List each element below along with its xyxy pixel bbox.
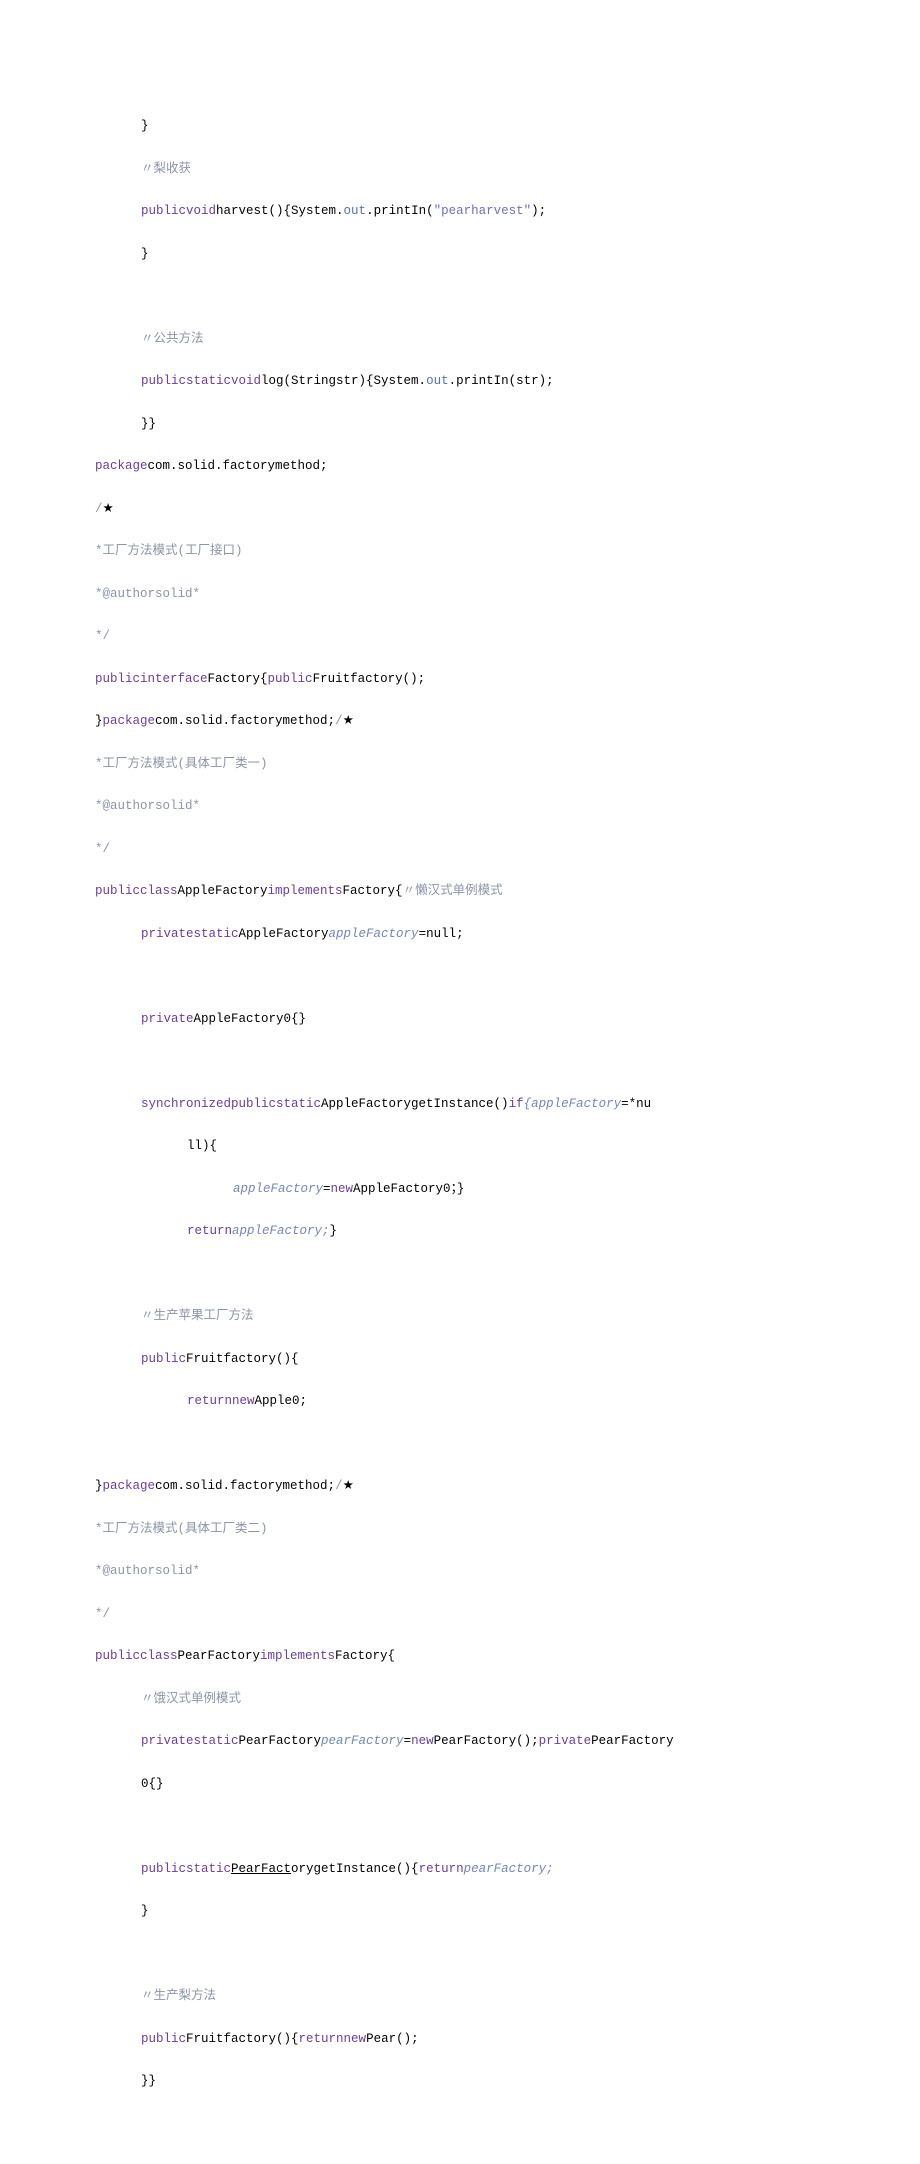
code-line: privateAppleFactory0{} (95, 1009, 825, 1030)
code-line: *@authorsolid* (95, 584, 825, 605)
code-line: }} (95, 2071, 825, 2092)
code-line: 〃生产梨方法 (95, 1986, 825, 2007)
code-line: ll){ (95, 1136, 825, 1157)
code-line: 〃生产苹果工厂方法 (95, 1306, 825, 1327)
code-line: } (95, 244, 825, 265)
code-line: 〃公共方法 (95, 329, 825, 350)
code-line: *@authorsolid* (95, 796, 825, 817)
code-line: } (95, 116, 825, 137)
code-line: returnnewApple0; (95, 1391, 825, 1412)
code-line: *@authorsolid* (95, 1561, 825, 1582)
code-line: publicFruitfactory(){returnnewPear(); (95, 2029, 825, 2050)
code-line: 0{} (95, 1774, 825, 1795)
code-line: privatestaticAppleFactoryappleFactory=nu… (95, 924, 825, 945)
code-line: }packagecom.solid.factorymethod;/★ (95, 1476, 825, 1497)
code-line: *工厂方法模式(具体工厂类一) (95, 754, 825, 775)
code-line: 〃饿汉式单例模式 (95, 1689, 825, 1710)
code-line: returnappleFactory;} (95, 1221, 825, 1242)
code-line: publicstaticvoidlog(Stringstr){System.ou… (95, 371, 825, 392)
code-line: /★ (95, 499, 825, 520)
code-line: publicinterfaceFactory{publicFruitfactor… (95, 669, 825, 690)
code-line: appleFactory=newAppleFactory0；} (95, 1179, 825, 1200)
code-line: } (95, 1901, 825, 1922)
code-line: privatestaticPearFactorypearFactory=newP… (95, 1731, 825, 1752)
code-line: 〃梨收获 (95, 159, 825, 180)
code-line: synchronizedpublicstaticAppleFactorygetI… (95, 1094, 825, 1115)
code-line: publicstaticPearFactorygetInstance(){ret… (95, 1859, 825, 1880)
code-line: publicclassPearFactoryimplementsFactory{ (95, 1646, 825, 1667)
code-line: *工厂方法模式(工厂接口) (95, 541, 825, 562)
code-line: packagecom.solid.factorymethod; (95, 456, 825, 477)
code-line: publicFruitfactory(){ (95, 1349, 825, 1370)
code-line: publicvoidharvest(){System.out.printIn("… (95, 201, 825, 222)
code-document: } 〃梨收获 publicvoidharvest(){System.out.pr… (95, 95, 825, 2114)
code-line: publicclassAppleFactoryimplementsFactory… (95, 881, 825, 902)
code-line: }} (95, 414, 825, 435)
code-line: */ (95, 626, 825, 647)
code-line: */ (95, 1604, 825, 1625)
code-line: }packagecom.solid.factorymethod;/★ (95, 711, 825, 732)
code-line: */ (95, 839, 825, 860)
code-line: *工厂方法模式(具体工厂类二) (95, 1519, 825, 1540)
